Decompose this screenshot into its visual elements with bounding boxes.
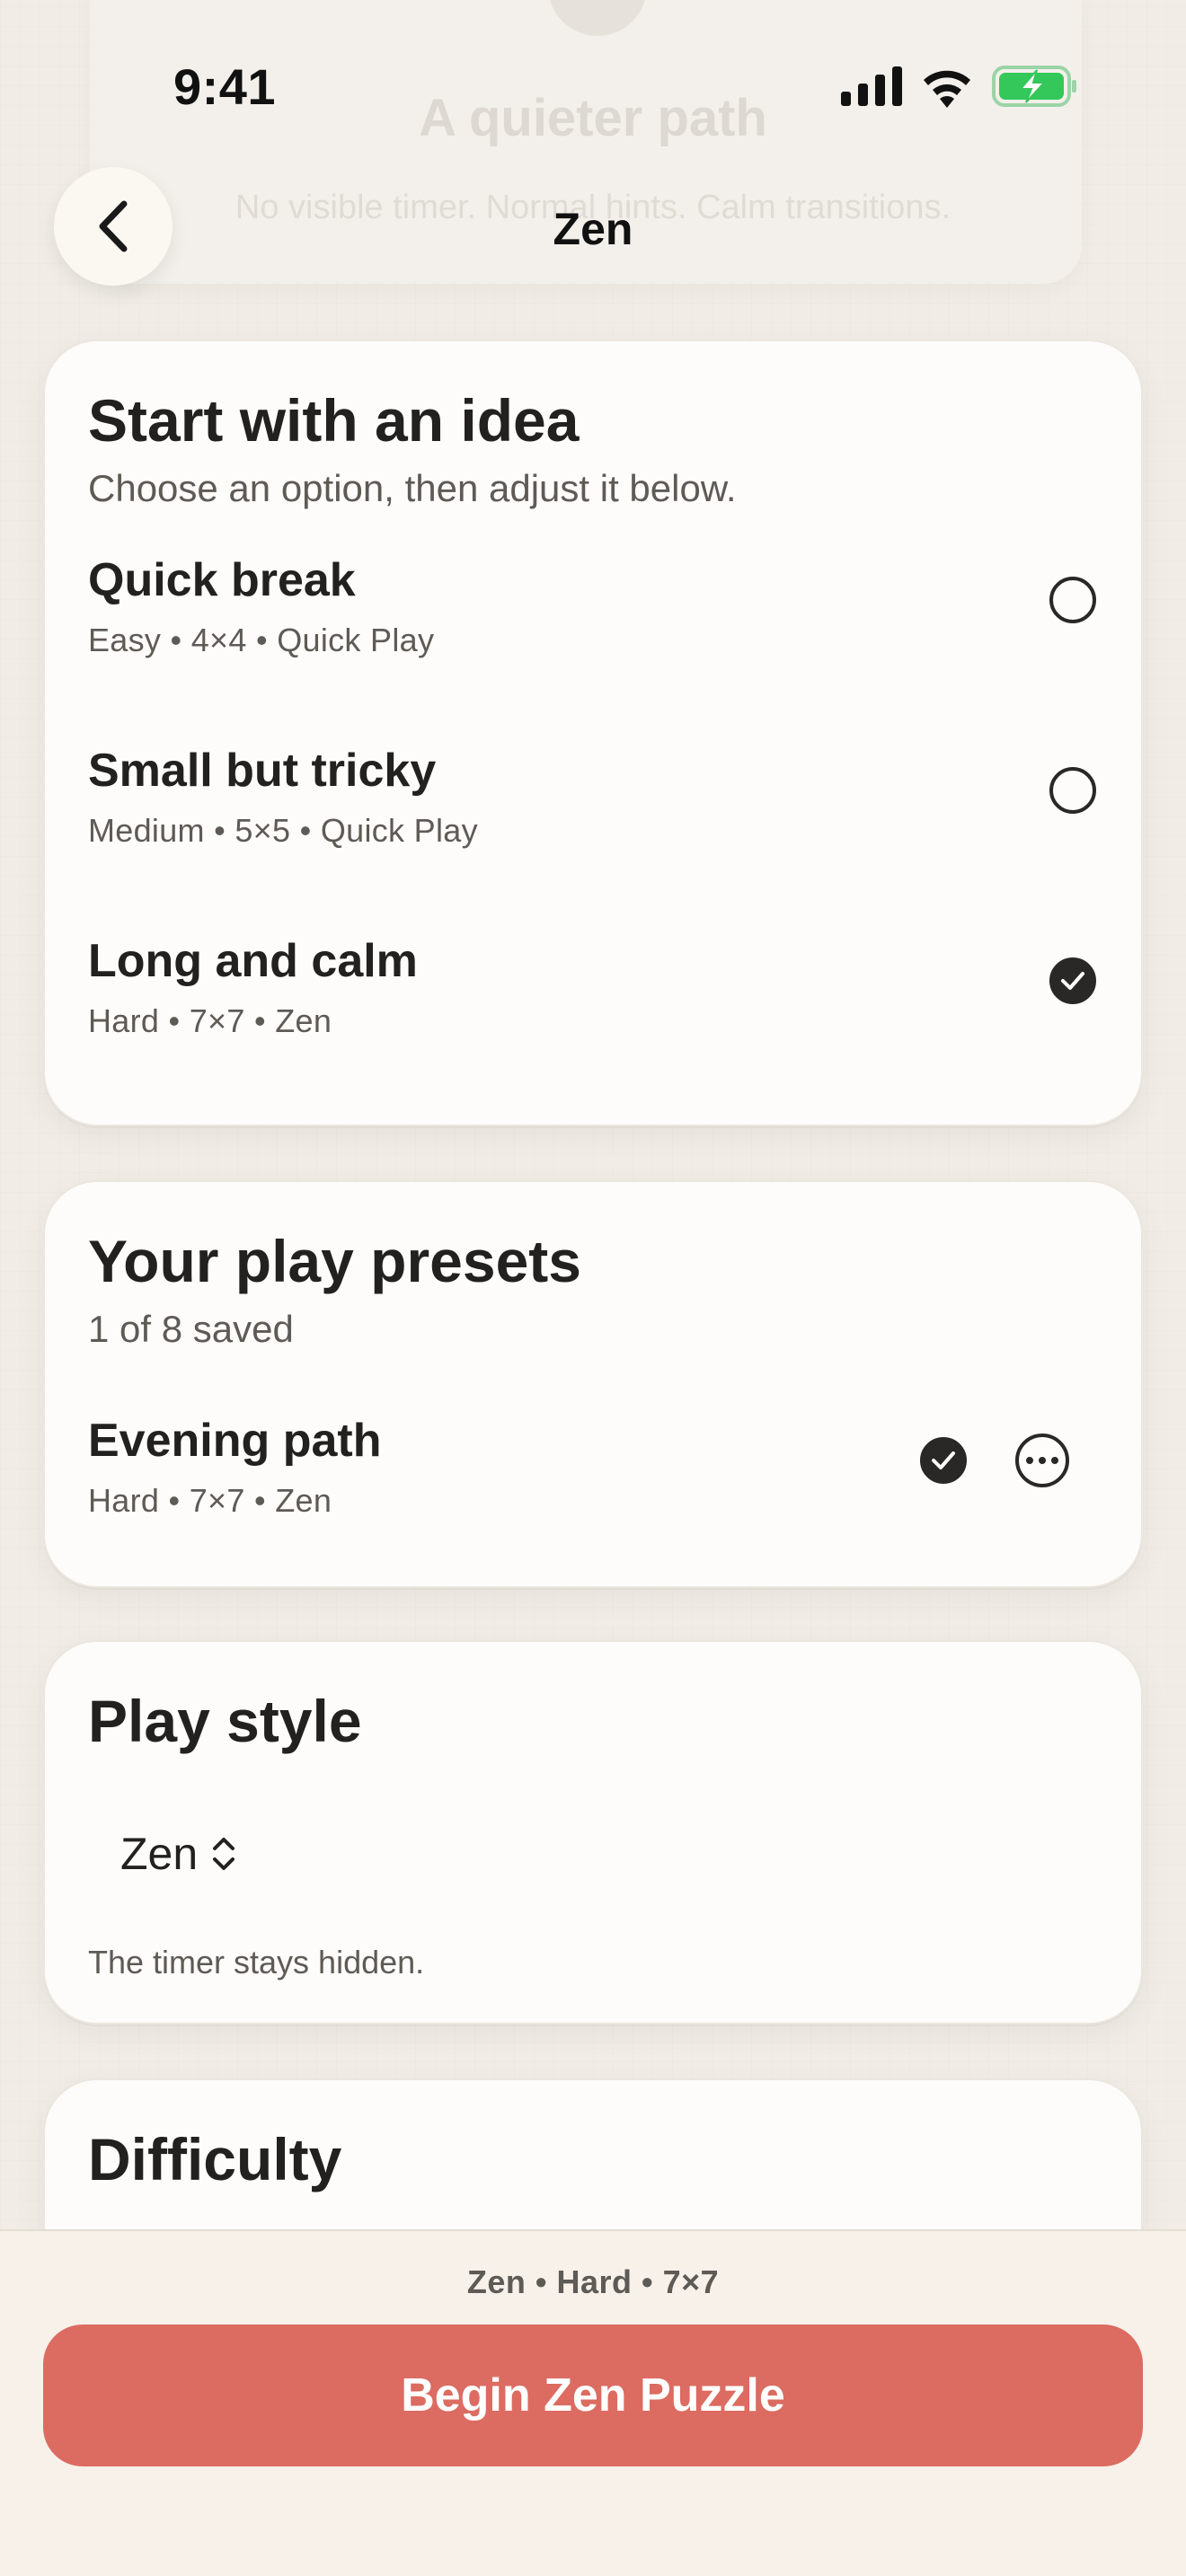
idea-option-radio[interactable] [1049,577,1096,623]
presets-count: 1 of 8 saved [88,1308,294,1350]
ideas-title: Start with an idea [88,387,580,454]
checkmark-icon [1061,972,1084,990]
chevron-up-down-icon [213,1838,235,1870]
idea-option-meta: Medium • 5×5 • Quick Play [88,812,478,849]
nav-title: Zen [553,204,633,254]
play-style-note: The timer stays hidden. [88,1944,425,1981]
ideas-subtitle: Choose an option, then adjust it below. [88,467,737,509]
preset-meta: Hard • 7×7 • Zen [88,1482,332,1519]
begin-puzzle-button[interactable]: Begin Zen Puzzle [43,2325,1143,2466]
battery-charging-icon [992,66,1076,107]
play-style-picker[interactable]: Zen [120,1818,237,1890]
presets-title: Your play presets [88,1228,581,1294]
bottom-action-bar: Zen • Hard • 7×7 Begin Zen Puzzle [0,2229,1186,2576]
status-time: 9:41 [173,58,277,115]
ellipsis-dot [1039,1457,1046,1464]
preset-selected-radio[interactable] [920,1437,967,1484]
idea-option-long-and-calm[interactable]: Long and calm Hard • 7×7 • Zen [45,927,1141,1107]
idea-option-title: Small but tricky [88,745,437,797]
preset-item-evening-path[interactable]: Evening path Hard • 7×7 • Zen [45,1407,1141,1559]
ideas-card: Start with an idea Choose an option, the… [43,340,1143,1126]
cellular-signal-icon [841,66,902,106]
play-style-card: Play style Zen The timer stays hidden. [43,1640,1143,2025]
selection-summary: Zen • Hard • 7×7 [466,2263,720,2300]
idea-option-quick-break[interactable]: Quick break Easy • 4×4 • Quick Play [45,546,1141,726]
ellipsis-dot [1051,1457,1058,1464]
idea-option-meta: Easy • 4×4 • Quick Play [88,622,435,658]
preset-more-button[interactable] [1015,1434,1069,1487]
idea-option-title: Long and calm [88,935,418,987]
preset-title: Evening path [88,1415,382,1467]
play-style-value: Zen [120,1829,199,1879]
wifi-icon [924,70,970,108]
screen: A quieter path No visible timer. Normal … [0,0,1186,2576]
idea-option-radio[interactable] [1049,767,1096,814]
ellipsis-dot [1026,1457,1033,1464]
status-bar: 9:41 [0,0,1186,171]
presets-card: Your play presets 1 of 8 saved Evening p… [43,1180,1143,1588]
idea-option-small-but-tricky[interactable]: Small but tricky Medium • 5×5 • Quick Pl… [45,737,1141,916]
idea-option-title: Quick break [88,554,356,606]
difficulty-title: Difficulty [88,2126,342,2192]
checkmark-icon [932,1451,955,1469]
idea-option-meta: Hard • 7×7 • Zen [88,1002,332,1039]
idea-option-radio-selected[interactable] [1049,957,1096,1004]
play-style-title: Play style [88,1688,362,1754]
